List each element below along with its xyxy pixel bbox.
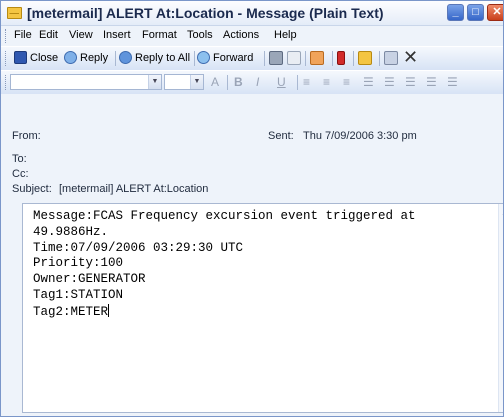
flag-icon[interactable] <box>337 51 345 65</box>
toolbar-separator <box>305 51 306 66</box>
reply-icon <box>64 51 77 64</box>
italic-button[interactable]: I <box>256 75 259 89</box>
menu-grip <box>5 29 9 43</box>
sent-label: Sent: <box>268 130 294 142</box>
forward-icon <box>197 51 210 64</box>
formatting-toolbar: ▼ ▼ A B I U ≡ ≡ ≡ ☰ ☰ ☰ ☰ ☰ <box>1 70 503 95</box>
bullets-icon[interactable]: ☰ <box>363 75 374 89</box>
menu-bar: File Edit View Insert Format Tools Actio… <box>1 26 503 46</box>
body-line: Tag2:METER <box>33 304 109 319</box>
body-line: 49.9886Hz. <box>33 224 109 239</box>
menu-tools[interactable]: Tools <box>187 29 213 41</box>
menu-view[interactable]: View <box>69 29 93 41</box>
from-label: From: <box>12 130 41 142</box>
toolbar-separator <box>332 51 333 66</box>
message-body[interactable]: Message:FCAS Frequency excursion event t… <box>22 203 503 413</box>
menu-format[interactable]: Format <box>142 29 177 41</box>
align-right-icon[interactable]: ≡ <box>343 75 350 89</box>
toolbar-separator <box>264 51 265 66</box>
toolbar-separator <box>115 51 116 66</box>
forward-button[interactable]: Forward <box>197 51 253 64</box>
vertical-scrollbar[interactable]: ▲ <box>498 204 503 412</box>
increase-indent-icon[interactable]: ☰ <box>426 75 437 89</box>
cc-label: Cc: <box>12 168 29 180</box>
sent-value: Thu 7/09/2006 3:30 pm <box>303 130 417 142</box>
align-center-icon[interactable]: ≡ <box>323 75 330 89</box>
message-text[interactable]: Message:FCAS Frequency excursion event t… <box>33 209 416 321</box>
close-label: Close <box>30 52 59 64</box>
delete-icon[interactable]: ✕ <box>403 47 418 67</box>
reply-all-label: Reply to All <box>135 52 191 64</box>
font-name-combo[interactable]: ▼ <box>10 74 162 90</box>
to-label: To: <box>12 153 27 165</box>
toolbar-separator <box>353 51 354 66</box>
body-line: Tag1:STATION <box>33 287 124 302</box>
reply-all-button[interactable]: Reply to All <box>119 51 190 64</box>
toolbar-separator <box>227 75 228 90</box>
toolbar-separator <box>379 51 380 66</box>
categorize-icon[interactable] <box>358 51 372 65</box>
window-title: [metermail] ALERT At:Location - Message … <box>27 5 384 21</box>
subject-label: Subject: <box>12 183 52 195</box>
numbering-icon[interactable]: ☰ <box>384 75 395 89</box>
menu-actions[interactable]: Actions <box>223 29 259 41</box>
body-line: Priority:100 <box>33 256 124 271</box>
underline-button[interactable]: U <box>277 75 286 89</box>
reply-label: Reply <box>80 52 109 64</box>
body-line-last: Tag2:METER <box>33 303 416 321</box>
chevron-down-icon[interactable]: ▼ <box>148 75 161 89</box>
toolbar-separator <box>194 51 195 66</box>
standard-toolbar: Close Reply Reply to All Forward ✕ <box>1 46 503 71</box>
forward-label: Forward <box>213 52 254 64</box>
bold-button[interactable]: B <box>234 75 243 89</box>
message-window: [metermail] ALERT At:Location - Message … <box>0 0 504 417</box>
text-caret <box>108 303 110 317</box>
envelope-icon <box>7 7 22 19</box>
print-icon[interactable] <box>269 51 283 65</box>
toolbar-grip <box>5 75 9 90</box>
more-format-icon[interactable]: ☰ <box>447 75 458 89</box>
align-left-icon[interactable]: ≡ <box>303 75 310 89</box>
subject-value: [metermail] ALERT At:Location <box>59 183 209 195</box>
copy-icon[interactable] <box>287 51 301 65</box>
body-line: Time:07/09/2006 03:29:30 UTC <box>33 240 244 255</box>
toolbar-separator <box>297 75 298 90</box>
body-line: Message:FCAS Frequency excursion event t… <box>33 209 416 223</box>
font-size-combo[interactable]: ▼ <box>164 74 204 90</box>
reply-all-icon <box>119 51 132 64</box>
reply-button[interactable]: Reply <box>64 51 108 64</box>
move-icon[interactable] <box>310 51 324 65</box>
font-color-button[interactable]: A <box>211 75 219 89</box>
minimize-button[interactable]: _ <box>447 4 464 21</box>
close-window-button[interactable]: ✕ <box>487 4 503 21</box>
message-header: From: Sent: Thu 7/09/2006 3:30 pm To: Cc… <box>1 94 503 202</box>
title-bar[interactable]: [metermail] ALERT At:Location - Message … <box>1 1 503 26</box>
toolbar-grip <box>5 51 9 66</box>
decrease-indent-icon[interactable]: ☰ <box>405 75 416 89</box>
menu-file[interactable]: File <box>14 29 32 41</box>
menu-help[interactable]: Help <box>274 29 297 41</box>
maximize-button[interactable]: □ <box>467 4 484 21</box>
save-icon <box>14 51 27 64</box>
menu-edit[interactable]: Edit <box>39 29 58 41</box>
chevron-down-icon[interactable]: ▼ <box>190 75 203 89</box>
menu-insert[interactable]: Insert <box>103 29 131 41</box>
close-button[interactable]: Close <box>14 51 58 64</box>
find-icon[interactable] <box>384 51 398 65</box>
body-line: Owner:GENERATOR <box>33 272 146 287</box>
